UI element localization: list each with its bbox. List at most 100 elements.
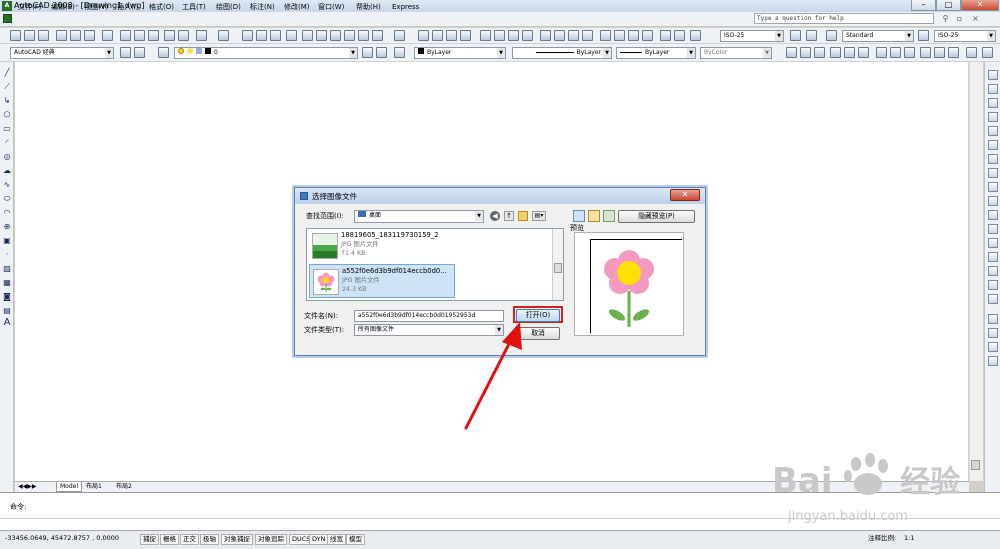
rectangle-icon[interactable]: ▭ bbox=[2, 124, 12, 134]
jogged-linear-icon[interactable] bbox=[642, 30, 653, 41]
chamfer-icon[interactable] bbox=[988, 266, 998, 276]
menu-edit[interactable]: 编辑(E) bbox=[51, 3, 75, 12]
search-icon[interactable] bbox=[573, 210, 585, 222]
help-icon[interactable] bbox=[394, 30, 405, 41]
hide-preview-button[interactable]: 隐藏预览(P) bbox=[618, 210, 695, 223]
views-menu-icon[interactable]: ▤▾ bbox=[532, 211, 546, 221]
quick-dim-icon[interactable] bbox=[540, 30, 551, 41]
zoom-realtime-icon[interactable] bbox=[256, 30, 267, 41]
linear-dim-icon[interactable] bbox=[418, 30, 429, 41]
plotstyle-select[interactable]: ByColor ▼ bbox=[700, 47, 772, 59]
trim-icon[interactable] bbox=[988, 196, 998, 206]
hatch-icon[interactable]: ▨ bbox=[2, 264, 12, 274]
lineweight-toggle[interactable]: 线宽 bbox=[327, 534, 346, 545]
dimstyle2-select[interactable]: ISO-25 ▼ bbox=[934, 30, 996, 42]
diameter-dim-icon[interactable] bbox=[508, 30, 519, 41]
help-search-icon[interactable]: ⚲ bbox=[940, 14, 951, 24]
copy-icon[interactable] bbox=[134, 30, 145, 41]
quickcalc-icon[interactable] bbox=[372, 30, 383, 41]
world-ucs-icon[interactable] bbox=[800, 47, 811, 58]
list-item-selected[interactable]: a552f0e6d3b9df014eccb0d0... JPG 图片文件 24.… bbox=[309, 264, 455, 298]
polyline-icon[interactable]: ↳ bbox=[2, 96, 12, 106]
undo-icon[interactable] bbox=[196, 30, 207, 41]
ucs-icon[interactable] bbox=[786, 47, 797, 58]
baseline-dim-icon[interactable] bbox=[554, 30, 565, 41]
insert-block-icon[interactable]: ⊕ bbox=[2, 222, 12, 232]
color-select[interactable]: ByLayer ▼ bbox=[414, 47, 506, 59]
circle-icon[interactable]: ◎ bbox=[2, 152, 12, 162]
close-window-button[interactable]: ✕ bbox=[961, 0, 999, 11]
workspace-settings-icon[interactable] bbox=[120, 47, 131, 58]
redo-icon[interactable] bbox=[218, 30, 229, 41]
explode-icon[interactable] bbox=[988, 294, 998, 304]
ortho-toggle[interactable]: 正交 bbox=[180, 534, 199, 545]
dimstyle-manager-icon[interactable] bbox=[918, 30, 929, 41]
zaxis-ucs-icon[interactable] bbox=[890, 47, 901, 58]
menu-dimension[interactable]: 标注(N) bbox=[250, 3, 275, 12]
restore-drawing-icon[interactable]: ▫ bbox=[954, 14, 965, 24]
dimstyle-icon[interactable] bbox=[790, 30, 801, 41]
menu-file[interactable]: 文件(F) bbox=[18, 3, 42, 12]
minimize-button[interactable]: – bbox=[911, 0, 936, 11]
continue-dim-icon[interactable] bbox=[568, 30, 579, 41]
back-icon[interactable]: ◀ bbox=[490, 211, 500, 221]
ellipse-arc-icon[interactable]: ◠ bbox=[2, 208, 12, 218]
textstyle-select[interactable]: Standard ▼ bbox=[842, 30, 914, 42]
gradient-icon[interactable]: ▦ bbox=[2, 278, 12, 288]
point-icon[interactable]: · bbox=[2, 250, 12, 260]
array-icon[interactable] bbox=[988, 126, 998, 136]
grid-toggle[interactable]: 栅格 bbox=[160, 534, 179, 545]
dim-text-edit-icon[interactable] bbox=[674, 30, 685, 41]
construction-line-icon[interactable]: ⟋ bbox=[2, 82, 12, 92]
list-item[interactable]: 18819605_183119730159_2 JPG 图片文件 71.4 KB bbox=[309, 229, 455, 263]
jogged-dim-icon[interactable] bbox=[494, 30, 505, 41]
mtext-icon[interactable]: A bbox=[2, 318, 12, 328]
view-ucs-icon[interactable] bbox=[858, 47, 869, 58]
up-folder-icon[interactable]: ↑ bbox=[504, 211, 514, 221]
tool-palettes-icon[interactable] bbox=[330, 30, 341, 41]
tab-nav-arrows[interactable]: ◀◀▶▶ bbox=[18, 482, 36, 491]
layer-previous-icon[interactable] bbox=[376, 47, 387, 58]
menu-help[interactable]: 帮助(H) bbox=[356, 3, 381, 12]
text-style-icon[interactable] bbox=[806, 30, 817, 41]
x-ucs-icon[interactable] bbox=[920, 47, 931, 58]
maximize-button[interactable]: □ bbox=[936, 0, 961, 11]
menu-format[interactable]: 格式(O) bbox=[149, 3, 174, 12]
menu-tools[interactable]: 工具(T) bbox=[182, 3, 206, 12]
locate-icon[interactable] bbox=[588, 210, 600, 222]
aligned-dim-icon[interactable] bbox=[432, 30, 443, 41]
apply-ucs-icon[interactable] bbox=[966, 47, 977, 58]
tab-layout1[interactable]: 布局1 bbox=[86, 482, 102, 491]
file-list-scrollbar[interactable] bbox=[552, 229, 563, 300]
publish-icon[interactable] bbox=[84, 30, 95, 41]
plot-icon[interactable] bbox=[56, 30, 67, 41]
table-icon[interactable]: ▤ bbox=[2, 306, 12, 316]
break-icon[interactable] bbox=[988, 238, 998, 248]
object-ucs-icon[interactable] bbox=[844, 47, 855, 58]
design-center-icon[interactable] bbox=[316, 30, 327, 41]
radius-dim-icon[interactable] bbox=[480, 30, 491, 41]
named-ucs-icon[interactable] bbox=[982, 47, 993, 58]
snap-toggle[interactable]: 捕捉 bbox=[140, 534, 159, 545]
dim-edit-icon[interactable] bbox=[660, 30, 671, 41]
zoom-window-icon[interactable] bbox=[270, 30, 281, 41]
save-icon[interactable] bbox=[38, 30, 49, 41]
polar-toggle[interactable]: 极轴 bbox=[200, 534, 219, 545]
mirror-icon[interactable] bbox=[988, 98, 998, 108]
layer-select[interactable]: 0 ▼ bbox=[174, 47, 358, 59]
spline-icon[interactable]: ∿ bbox=[2, 180, 12, 190]
3point-ucs-icon[interactable] bbox=[904, 47, 915, 58]
paste-icon[interactable] bbox=[148, 30, 159, 41]
menu-draw[interactable]: 绘图(D) bbox=[216, 3, 241, 12]
match-properties-icon[interactable] bbox=[164, 30, 175, 41]
make-block-icon[interactable]: ▣ bbox=[2, 236, 12, 246]
menu-express[interactable]: Express bbox=[392, 3, 419, 12]
y-ucs-icon[interactable] bbox=[934, 47, 945, 58]
autocad-app-icon[interactable]: A bbox=[2, 1, 12, 11]
rotate-icon[interactable] bbox=[988, 154, 998, 164]
file-list[interactable]: 18819605_183119730159_2 JPG 图片文件 71.4 KB… bbox=[306, 228, 564, 301]
dim-update-icon[interactable] bbox=[690, 30, 701, 41]
file-list-scroll-thumb[interactable] bbox=[554, 263, 562, 273]
zoom-previous-icon[interactable] bbox=[286, 30, 297, 41]
face-ucs-icon[interactable] bbox=[830, 47, 841, 58]
